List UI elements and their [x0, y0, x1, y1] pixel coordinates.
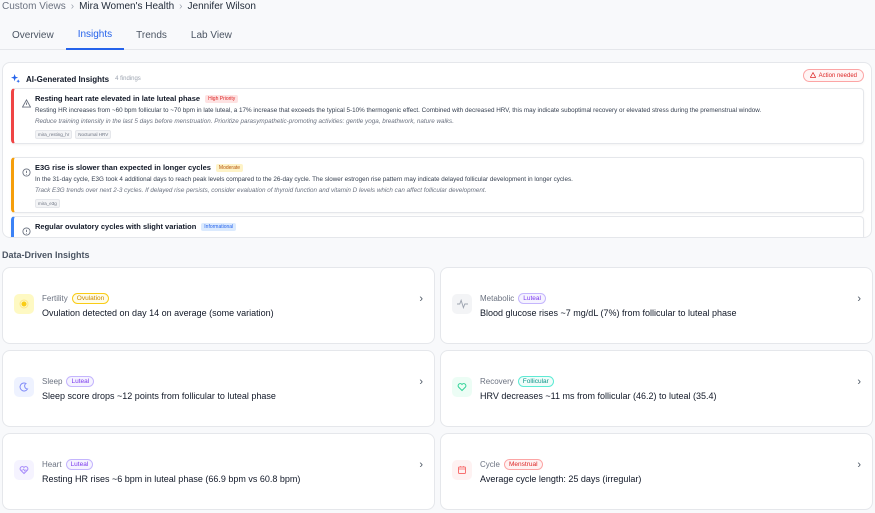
card-category: Cycle — [480, 460, 501, 469]
insight-card-fertility[interactable]: Fertility Ovulation Ovulation detected o… — [2, 267, 435, 344]
chevron-right-icon: › — [419, 293, 423, 305]
sparkles-icon — [11, 70, 20, 88]
chevron-right-icon: › — [419, 376, 423, 388]
card-category: Recovery — [480, 377, 514, 386]
breadcrumb-patient: Jennifer Wilson — [187, 0, 256, 12]
card-category: Fertility — [42, 294, 68, 303]
findings-count: 4 findings — [115, 76, 141, 82]
phase-badge: Luteal — [518, 293, 546, 304]
finding-description: In the 31-day cycle, E3G took 4 addition… — [35, 176, 573, 183]
card-text: Ovulation detected on day 14 on average … — [42, 308, 274, 318]
heart-icon — [452, 377, 472, 397]
card-text: Average cycle length: 25 days (irregular… — [480, 474, 642, 484]
chevron-right-icon: › — [70, 0, 75, 12]
insight-card-sleep[interactable]: Sleep Luteal Sleep score drops ~12 point… — [2, 350, 435, 427]
moon-icon — [14, 377, 34, 397]
metric-tag: Nocturnal HRV — [75, 130, 112, 140]
metric-tag: mira_resting_hr — [35, 130, 73, 140]
breadcrumb-root[interactable]: Custom Views — [2, 1, 66, 12]
finding-title: E3G rise is slower than expected in long… — [35, 163, 211, 172]
chevron-right-icon: › — [179, 0, 183, 12]
ai-insights-title: AI-Generated Insights — [26, 74, 110, 84]
card-category: Metabolic — [480, 294, 515, 303]
calendar-icon — [452, 460, 472, 480]
action-needed-badge: Action needed — [802, 69, 864, 82]
card-text: Blood glucose rises ~7 mg/dL (7%) from f… — [480, 308, 737, 318]
warning-icon — [809, 71, 816, 80]
ai-insights-panel: AI-Generated Insights 4 findings Action … — [2, 62, 872, 238]
tab-trends[interactable]: Trends — [124, 20, 179, 50]
insight-card-metabolic[interactable]: Metabolic Luteal Blood glucose rises ~7 … — [440, 267, 873, 344]
card-text: Sleep score drops ~12 points from follic… — [42, 391, 276, 401]
phase-badge: Ovulation — [71, 293, 110, 304]
card-text: Resting HR rises ~6 bpm in luteal phase … — [42, 474, 301, 484]
info-circle-icon — [22, 164, 31, 177]
chevron-right-icon: › — [419, 459, 423, 471]
priority-badge: Moderate — [215, 163, 244, 172]
chevron-right-icon: › — [857, 459, 861, 471]
tab-overview[interactable]: Overview — [0, 20, 66, 50]
card-text: HRV decreases ~11 ms from follicular (46… — [480, 391, 717, 401]
finding-card[interactable]: E3G rise is slower than expected in long… — [11, 157, 864, 214]
metric-tag: mira_e3g — [35, 199, 60, 209]
tab-lab-view[interactable]: Lab View — [179, 20, 244, 50]
finding-title: Resting heart rate elevated in late lute… — [35, 94, 201, 103]
heart-pulse-icon — [14, 460, 34, 480]
finding-recommendation: Reduce training intensity in the last 5 … — [35, 118, 454, 126]
finding-title: Regular ovulatory cycles with slight var… — [35, 222, 197, 231]
card-category: Sleep — [42, 377, 63, 386]
breadcrumb: Custom Views › Mira Women's Health › Jen… — [2, 0, 256, 12]
chevron-right-icon: › — [857, 376, 861, 388]
pulse-icon — [452, 294, 472, 314]
phase-badge: Luteal — [66, 376, 95, 387]
info-circle-icon — [22, 223, 31, 236]
finding-description: Resting HR increases from ~60 bpm follic… — [35, 107, 762, 114]
card-category: Heart — [42, 460, 62, 469]
insight-card-cycle[interactable]: Cycle Menstrual Average cycle length: 25… — [440, 433, 873, 510]
ai-insights-header: AI-Generated Insights 4 findings — [11, 70, 141, 88]
insight-card-recovery[interactable]: Recovery Follicular HRV decreases ~11 ms… — [440, 350, 873, 427]
chevron-right-icon: › — [857, 293, 861, 305]
tab-insights[interactable]: Insights — [65, 20, 125, 50]
finding-card[interactable]: Resting heart rate elevated in late lute… — [11, 88, 864, 145]
sun-icon — [14, 294, 34, 314]
finding-tags: mira_e3g — [35, 199, 855, 209]
phase-badge: Follicular — [517, 376, 554, 387]
section-title: Data-Driven Insights — [2, 250, 90, 260]
breadcrumb-org[interactable]: Mira Women's Health — [79, 1, 174, 12]
finding-recommendation: Track E3G trends over next 2-3 cycles. I… — [35, 187, 487, 195]
insight-card-heart[interactable]: Heart Luteal Resting HR rises ~6 bpm in … — [2, 433, 435, 510]
priority-badge: High Priority — [205, 94, 239, 103]
tab-bar: Overview Insights Trends Lab View — [0, 20, 875, 50]
phase-badge: Menstrual — [504, 459, 543, 470]
warning-triangle-icon — [21, 95, 32, 108]
finding-tags: mira_resting_hr Nocturnal HRV — [35, 130, 855, 140]
priority-badge: Informational — [201, 222, 237, 231]
finding-card[interactable]: Regular ovulatory cycles with slight var… — [11, 216, 864, 237]
phase-badge: Luteal — [65, 459, 94, 470]
